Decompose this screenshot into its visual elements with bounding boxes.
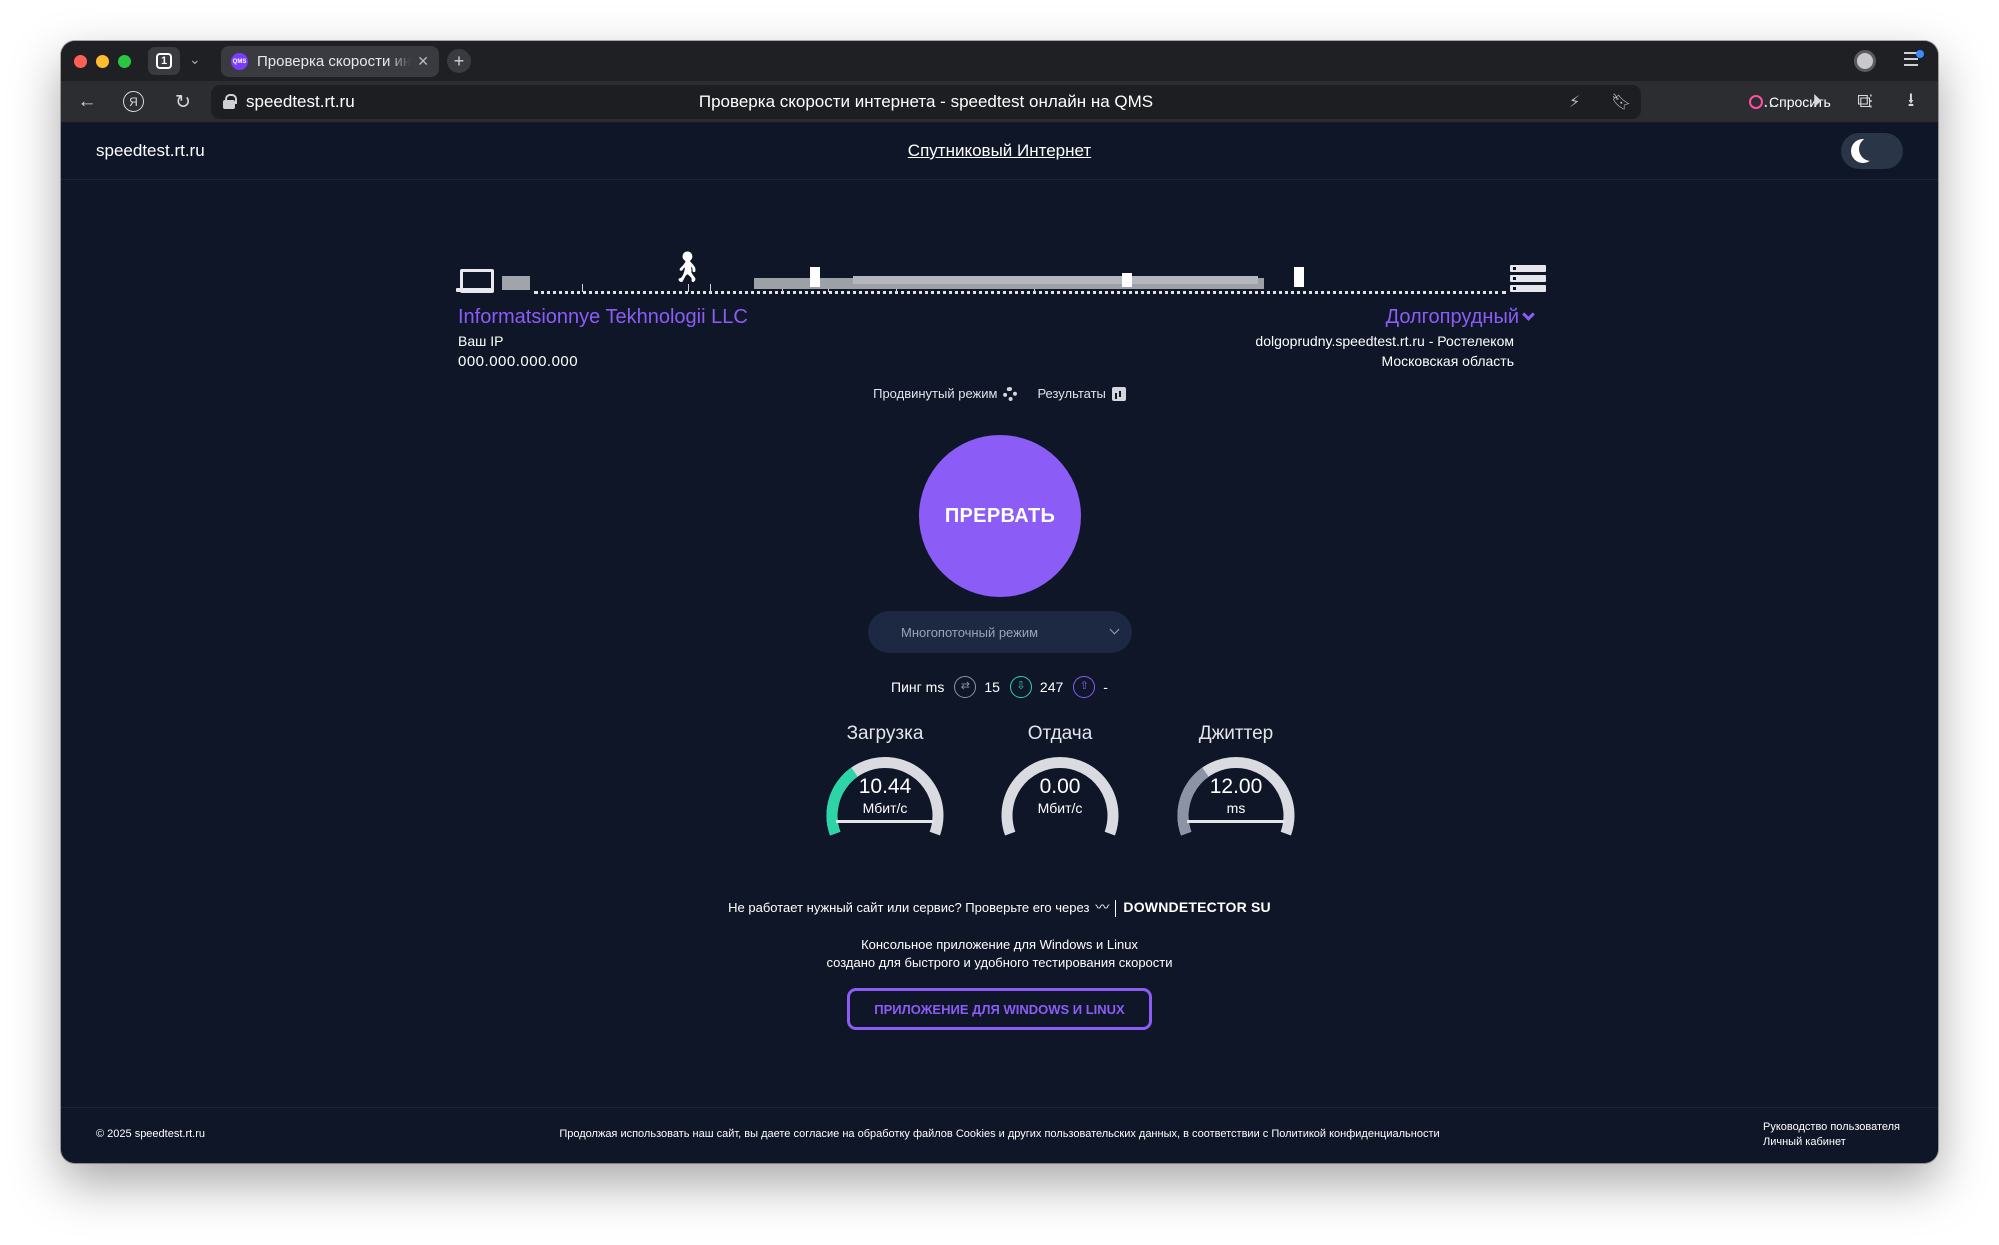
path-marker [1294,267,1304,287]
client-block [502,276,530,290]
ping-icon: ⇄ [954,676,977,698]
laptop-icon [456,269,494,295]
yandex-icon[interactable]: Я [123,91,144,112]
tab-active[interactable]: QMS Проверка скорости интернета ✕ [221,46,439,77]
qms-favicon-icon: QMS [231,53,248,70]
server-city-select[interactable]: Долгопрудный [1385,306,1535,329]
browser-window: 1 ⌄ QMS Проверка скорости интернета ✕ + … [61,41,1938,1163]
address-domain: speedtest.rt.ru [246,92,355,111]
path-marker [810,267,820,287]
download-ping-icon: ⇩ [1009,676,1032,698]
gauge-label: Джиттер [1198,723,1274,744]
chevron-down-icon [1522,308,1535,321]
address-page-title: Проверка скорости интернета - speedtest … [698,92,1154,111]
ping-row: Пинг ms ⇄ 15 ⇩ 247 ⇧ - [61,676,1938,698]
ping-label: Пинг ms [891,679,945,695]
sidebar-menu-icon[interactable] [1904,50,1924,68]
console-app-text-2: создано для быстрого и удобного тестиров… [826,955,1173,970]
gauge-unit: Мбит/с [862,800,908,816]
cookie-notice: Продолжая использовать наш сайт, вы дает… [559,1128,1440,1140]
thread-mode-select[interactable]: Многопоточный режим [868,611,1132,653]
gauge-underline [1187,820,1285,823]
header-divider [61,179,1938,180]
gauge-underline [836,820,934,823]
isp-name: Informatsionnye Tekhnologii LLC [458,306,748,328]
windows-linux-app-button[interactable]: ПРИЛОЖЕНИЕ ДЛЯ WINDOWS И LINUX [847,988,1152,1030]
bar-chart-icon[interactable] [1111,386,1126,401]
close-tab-icon[interactable]: ✕ [417,53,429,70]
gauge-label: Загрузка [846,723,924,744]
jitter-gauge: Джиттер 12.00 ms [1171,723,1301,841]
personal-cabinet-link[interactable]: Личный кабинет [1763,1135,1900,1150]
results-link[interactable]: Результаты [1037,386,1105,401]
tab-count-button[interactable]: 1 [148,47,180,75]
thread-mode-value: Многопоточный режим [901,624,1039,640]
no-tracking-icon[interactable]: ⚡ [1569,92,1580,112]
footer-divider [61,1107,1938,1108]
download-gauge: Загрузка 10.44 Мбит/с [820,723,950,841]
navigation-bar: ← Я ↻ speedtest.rt.ru Проверка скорости … [61,81,1938,123]
tab-count: 1 [156,53,172,69]
divider [1115,900,1117,918]
path-marker [1122,273,1132,287]
account-avatar[interactable] [1854,50,1876,72]
gauge-unit: Мбит/с [1037,800,1083,816]
tab-strip: 1 ⌄ QMS Проверка скорости интернета ✕ + [61,41,1938,81]
address-bar[interactable]: speedtest.rt.ru Проверка скорости интерн… [211,85,1879,119]
server-icon [1510,265,1546,295]
minimize-window-button[interactable] [96,55,109,68]
back-arrow-icon[interactable]: ← [75,90,99,114]
gauge-value: 0.00 [1039,775,1081,798]
close-window-button[interactable] [74,55,87,68]
theme-toggle[interactable] [1841,133,1903,169]
upload-ping-icon: ⇧ [1073,676,1096,698]
bookmark-icon[interactable]: 🔖︎ [1611,92,1631,112]
more-menu-button[interactable]: ... [1759,90,1783,114]
mode-links: Продвинутый режим Результаты [61,385,1938,401]
walking-person-icon: 🚶︎ [668,251,707,284]
upload-gauge: Отдача 0.00 Мбит/с [995,723,1125,841]
server-city: Долгопрудный [1385,306,1519,328]
ip-label: Ваш IP [458,333,504,349]
console-app-text-1: Консольное приложение для Windows и Linu… [861,937,1138,952]
download-ping-value: 247 [1039,679,1064,695]
chevron-down-icon [1109,624,1120,635]
reload-icon[interactable]: ↻ [171,90,195,114]
stop-test-button[interactable]: ПРЕРВАТЬ [919,435,1081,597]
pulse-icon: 〰 [1095,899,1110,915]
gauge-unit: ms [1226,800,1246,816]
satellite-internet-link-wrap: Спутниковый Интернет [61,141,1938,161]
new-tab-button[interactable]: + [447,49,471,73]
downdetector-text: Не работает нужный сайт или сервис? Пров… [728,900,1090,915]
satellite-internet-link[interactable]: Спутниковый Интернет [908,141,1091,160]
upload-ping-value: - [1103,679,1108,695]
maximize-window-button[interactable] [118,55,131,68]
ip-value: 000.000.000.000 [458,353,579,370]
tab-title: Проверка скорости интернета [257,53,412,70]
progress-bar-segment [853,276,1258,284]
collections-icon[interactable]: ⧉ [1852,90,1876,114]
path-tick [710,284,711,292]
server-region: Московская область [1381,353,1514,369]
downdetector-link[interactable]: DOWNDETECTOR SU [1123,899,1270,915]
gauge-value: 10.44 [858,775,912,798]
user-guide-link[interactable]: Руководство пользователя [1763,1120,1900,1135]
gear-icon[interactable] [1003,386,1018,401]
footer-links: Руководство пользователя Личный кабинет [1763,1120,1900,1150]
path-tick [688,284,689,292]
advanced-mode-link[interactable]: Продвинутый режим [873,386,997,401]
network-path-visualization: 🚶︎ [456,253,1546,313]
downdetector-row: Не работает нужный сайт или сервис? Пров… [61,897,1938,918]
page-content: speedtest.rt.ru Спутниковый Интернет 🚶︎ … [61,123,1938,1163]
download-icon[interactable]: ⭳ [1899,90,1923,114]
lock-icon [223,94,237,109]
gauge-label: Отдача [1027,723,1093,744]
path-dotted-line [534,291,1506,294]
gauge-value: 12.00 [1209,775,1263,798]
media-play-icon[interactable]: ⏵ [1805,90,1829,114]
ping-value: 15 [984,679,1000,695]
chevron-down-icon[interactable]: ⌄ [189,51,201,68]
path-tick [582,284,583,292]
server-host: dolgoprudny.speedtest.rt.ru - Ростелеком [1255,333,1514,349]
